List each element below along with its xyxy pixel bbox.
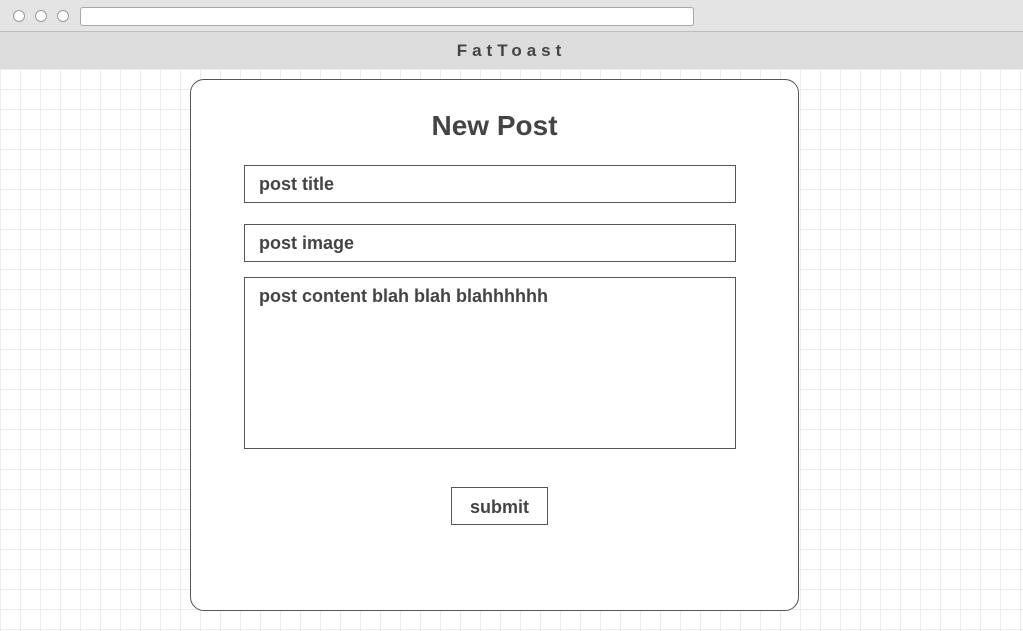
post-content-textarea[interactable]: post content blah blah blahhhhhh	[244, 277, 736, 449]
window-minimize-icon[interactable]	[35, 10, 47, 22]
address-bar[interactable]	[80, 7, 694, 26]
submit-button[interactable]: submit	[451, 487, 548, 525]
window-maximize-icon[interactable]	[57, 10, 69, 22]
post-image-input[interactable]	[244, 224, 736, 262]
page-title: New Post	[431, 110, 558, 141]
post-title-input[interactable]	[244, 165, 736, 203]
browser-toolbar	[0, 0, 1023, 32]
new-post-card: New Post post content blah blah blahhhhh…	[190, 79, 799, 611]
window-close-icon[interactable]	[13, 10, 25, 22]
site-title: FatToast	[0, 32, 1023, 69]
